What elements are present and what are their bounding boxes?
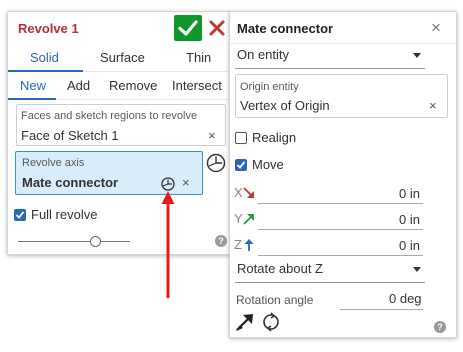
checkmark-icon xyxy=(15,211,25,219)
full-revolve-label: Full revolve xyxy=(31,207,98,222)
revolve-dialog: Revolve 1 Solid Surface Thin New Add Rem… xyxy=(7,11,232,255)
origin-clear-button[interactable]: × xyxy=(429,98,437,113)
z-input-underline xyxy=(258,255,423,256)
accept-button[interactable] xyxy=(174,15,202,41)
help-icon[interactable]: ? xyxy=(215,235,227,247)
rotate-value: Rotate about Z xyxy=(237,261,323,276)
rotate-dropdown[interactable]: Rotate about Z xyxy=(237,261,425,283)
realign-label: Realign xyxy=(252,130,297,145)
rotation-input-underline xyxy=(340,309,423,310)
mate-connector-title: Mate connector xyxy=(237,21,334,36)
x-axis-letter: X xyxy=(234,185,243,200)
close-button[interactable]: × xyxy=(431,18,441,38)
faces-value: Face of Sketch 1 xyxy=(21,128,119,143)
x-input-underline xyxy=(258,203,423,204)
tab-surface[interactable]: Surface xyxy=(100,50,145,65)
tab-thin[interactable]: Thin xyxy=(186,50,211,65)
z-offset-input[interactable]: 0 in xyxy=(399,238,420,253)
tab-new[interactable]: New xyxy=(20,78,46,93)
tab-add[interactable]: Add xyxy=(67,78,90,93)
z-offset-row: Z 0 in xyxy=(230,235,456,256)
flip-arrow-icon[interactable] xyxy=(234,312,256,332)
placement-value: On entity xyxy=(237,47,290,62)
tab-intersect[interactable]: Intersect xyxy=(172,78,222,93)
rotate-icon[interactable] xyxy=(261,312,281,332)
checkmark-icon xyxy=(236,161,246,169)
rotate-underline xyxy=(235,282,425,283)
help-icon[interactable]: ? xyxy=(434,321,446,333)
x-offset-input[interactable]: 0 in xyxy=(399,186,420,201)
faces-selection-field[interactable]: Faces and sketch regions to revolve Face… xyxy=(16,104,226,146)
annotation-arrow xyxy=(161,191,175,298)
close-icon xyxy=(209,20,225,36)
y-input-underline xyxy=(258,229,423,230)
chevron-down-icon xyxy=(413,53,421,58)
faces-label: Faces and sketch regions to revolve xyxy=(21,110,198,122)
z-arrow-icon xyxy=(244,239,254,251)
rotation-angle-label: Rotation angle xyxy=(236,293,314,307)
y-offset-input[interactable]: 0 in xyxy=(399,212,420,227)
x-arrow-icon xyxy=(243,187,254,198)
cancel-button[interactable] xyxy=(208,19,226,37)
axis-value: Mate connector xyxy=(22,175,119,190)
mate-connector-clock-icon[interactable] xyxy=(161,177,175,191)
placement-dropdown[interactable]: On entity xyxy=(237,47,425,69)
revolve-axis-field[interactable]: Revolve axis Mate connector × xyxy=(15,151,203,195)
check-icon xyxy=(178,20,198,36)
faces-clear-button[interactable]: × xyxy=(208,128,216,143)
revolve-header: Revolve 1 xyxy=(8,12,231,44)
y-arrow-icon xyxy=(243,214,254,225)
type-tabs: Solid Surface Thin xyxy=(8,44,231,72)
y-axis-letter: Y xyxy=(234,211,243,226)
full-revolve-checkbox[interactable] xyxy=(14,209,26,221)
tab-solid[interactable]: Solid xyxy=(30,50,59,65)
axis-label: Revolve axis xyxy=(22,157,85,169)
move-checkbox[interactable] xyxy=(235,159,247,171)
preview-slider-track[interactable] xyxy=(18,241,130,242)
y-offset-row: Y 0 in xyxy=(230,209,456,230)
tab-remove[interactable]: Remove xyxy=(109,78,157,93)
origin-label: Origin entity xyxy=(240,81,299,93)
move-label: Move xyxy=(252,157,284,172)
x-offset-row: X 0 in xyxy=(230,183,456,204)
origin-value: Vertex of Origin xyxy=(240,98,330,113)
origin-entity-field[interactable]: Origin entity Vertex of Origin × xyxy=(235,74,448,118)
placement-underline xyxy=(235,68,425,69)
z-axis-letter: Z xyxy=(234,237,242,252)
clock-icon[interactable] xyxy=(206,153,226,173)
realign-checkbox[interactable] xyxy=(235,132,247,144)
active-op-indicator xyxy=(8,98,56,100)
chevron-down-icon xyxy=(413,267,421,272)
header-divider xyxy=(230,43,456,44)
mate-connector-dialog: Mate connector × On entity Origin entity… xyxy=(229,11,457,338)
preview-slider-knob[interactable] xyxy=(90,236,101,247)
operation-tabs: New Add Remove Intersect xyxy=(8,72,231,100)
dialog-title: Revolve 1 xyxy=(18,21,79,36)
rotation-angle-input[interactable]: 0 deg xyxy=(389,291,422,306)
axis-clear-button[interactable]: × xyxy=(182,175,190,190)
